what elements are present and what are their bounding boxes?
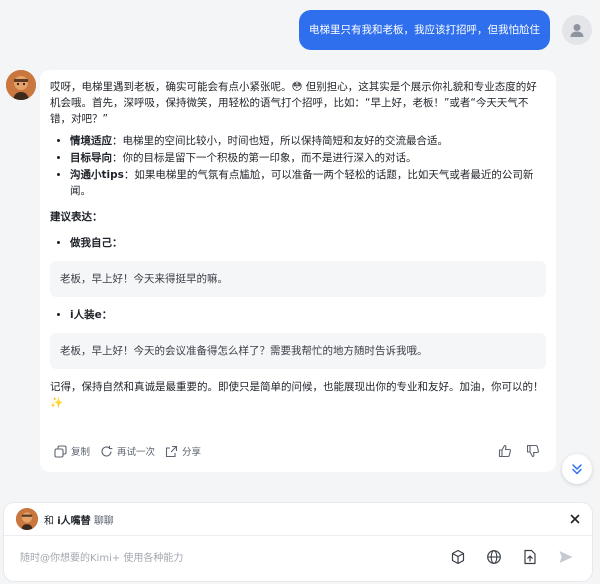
assistant-bullet-list: 情境适应：电梯里的空间比较小，时间也短，所以保持简短和友好的交流最合适。 目标导… <box>50 133 546 199</box>
close-bot-button[interactable] <box>570 514 580 524</box>
thumbs-up-icon <box>498 444 511 458</box>
user-icon <box>570 24 584 37</box>
double-chevron-down-icon <box>572 464 582 475</box>
retry-label: 再试一次 <box>117 447 156 458</box>
thumbs-down-icon <box>526 444 539 458</box>
upload-file-button[interactable] <box>520 547 540 567</box>
option1-quote: 老板，早上好！今天来得挺早的嘛。 <box>50 261 546 297</box>
chat-with-label: 和 i人嘴替 聊聊 <box>44 512 114 527</box>
refresh-icon <box>101 445 113 457</box>
assistant-closing: 记得，保持自然和真诚是最重要的。即使只是简单的问候，也能展现出你的专业和友好。加… <box>50 381 544 409</box>
like-button[interactable] <box>496 442 514 460</box>
list-item: 情境适应：电梯里的空间比较小，时间也短，所以保持简短和友好的交流最合适。 <box>70 133 546 149</box>
retry-button[interactable]: 再试一次 <box>100 444 155 458</box>
composer-header: 和 i人嘴替 聊聊 <box>4 503 592 536</box>
bullet-term: 目标导向 <box>70 152 112 164</box>
bullet-term: 情境适应 <box>70 135 112 147</box>
close-icon <box>570 514 580 524</box>
list-item: 沟通小tips：如果电梯里的气氛有点尴尬，可以准备一两个轻松的话题，比如天气或者… <box>70 167 546 199</box>
bot-mini-avatar <box>16 508 38 530</box>
option-list: i人装e： <box>50 307 546 323</box>
option2-quote: 老板，早上好！今天的会议准备得怎么样了？需要我帮忙的地方随时告诉我哦。 <box>50 333 546 369</box>
cube-button[interactable] <box>448 547 468 567</box>
chat-with-suffix: 聊聊 <box>93 515 114 527</box>
option-list: 做我自己： <box>50 235 546 251</box>
bullet-text: ：如果电梯里的气氛有点尴尬，可以准备一两个轻松的话题，比如天气或者最近的公司新闻… <box>70 169 534 197</box>
user-message-row: 电梯里只有我和老板，我应该打招呼，但我怕尬住 <box>299 10 592 50</box>
composer: 和 i人嘴替 聊聊 <box>4 503 592 581</box>
list-item: 目标导向：你的目标是留下一个积极的第一印象，而不是进行深入的对话。 <box>70 150 546 166</box>
bullet-term: 沟通小tips <box>70 169 124 181</box>
message-actions: 复制 再试一次 分享 <box>54 442 542 460</box>
user-message-bubble: 电梯里只有我和老板，我应该打招呼，但我怕尬住 <box>299 10 550 50</box>
web-search-button[interactable] <box>484 547 504 567</box>
message-input[interactable] <box>18 547 402 569</box>
send-icon <box>559 551 573 563</box>
globe-icon <box>487 550 501 564</box>
copy-icon <box>54 444 67 458</box>
scroll-to-bottom-button[interactable] <box>562 454 592 484</box>
assistant-avatar <box>6 70 36 100</box>
option1-label: 做我自己： <box>70 235 546 251</box>
bot-name: i人嘴替 <box>57 515 91 527</box>
bullet-text: ：你的目标是留下一个积极的第一印象，而不是进行深入的对话。 <box>112 152 417 164</box>
bullet-text: ：电梯里的空间比较小，时间也短，所以保持简短和友好的交流最合适。 <box>112 135 448 147</box>
suggest-heading: 建议表达： <box>50 211 103 223</box>
assistant-message-card: 哎呀，电梯里遇到老板，确实可能会有点小紧张呢。😳 但别担心，这其实是个展示你礼貌… <box>40 70 556 472</box>
file-upload-icon <box>524 549 536 565</box>
user-avatar[interactable] <box>562 15 592 45</box>
chat-with-prefix: 和 <box>44 515 54 527</box>
share-icon <box>165 445 178 457</box>
composer-tools <box>448 547 576 567</box>
copy-button[interactable]: 复制 <box>54 444 90 458</box>
send-button[interactable] <box>556 547 576 567</box>
copy-label: 复制 <box>71 447 91 458</box>
chat-area: 电梯里只有我和老板，我应该打招呼，但我怕尬住 哎呀，电梯里遇到老板，确实可能会有… <box>0 0 600 500</box>
dislike-button[interactable] <box>524 442 542 460</box>
option2-label: i人装e： <box>70 307 546 323</box>
cube-icon <box>451 549 465 565</box>
share-button[interactable]: 分享 <box>165 444 201 458</box>
assistant-intro: 哎呀，电梯里遇到老板，确实可能会有点小紧张呢。😳 但别担心，这其实是个展示你礼貌… <box>50 81 537 125</box>
share-label: 分享 <box>182 447 202 458</box>
